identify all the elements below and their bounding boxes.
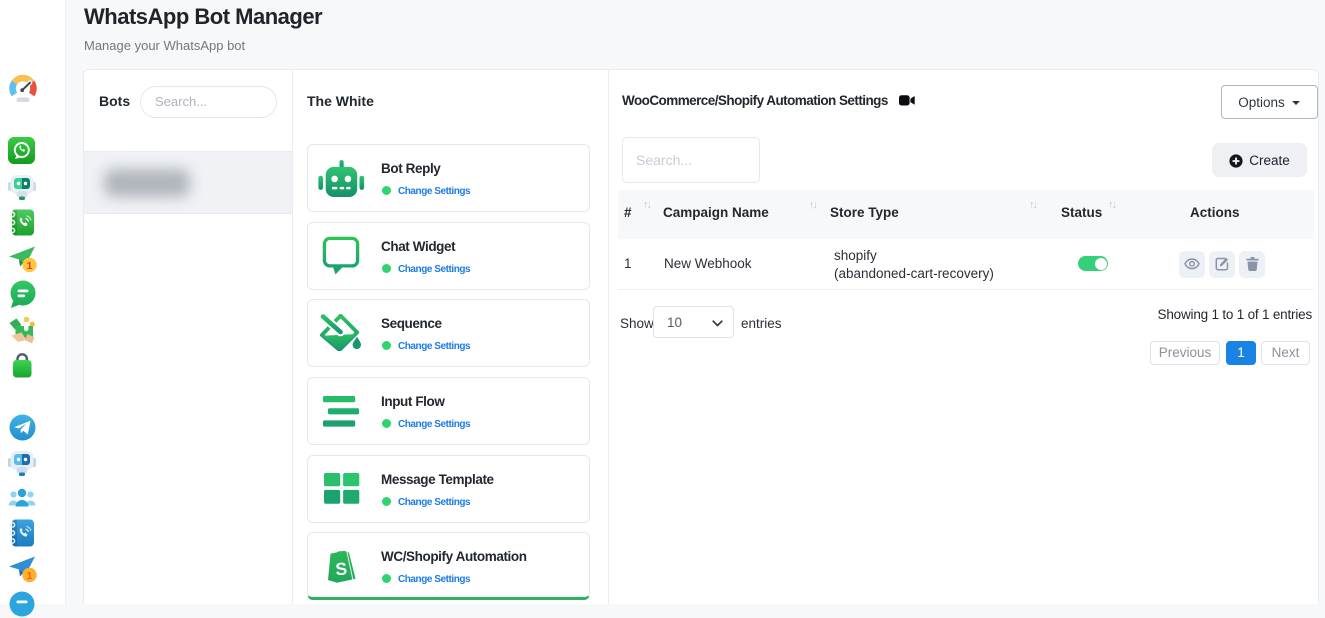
svg-text:1: 1 bbox=[27, 260, 33, 272]
svg-text:1: 1 bbox=[27, 570, 33, 582]
svg-text:S: S bbox=[335, 559, 348, 580]
